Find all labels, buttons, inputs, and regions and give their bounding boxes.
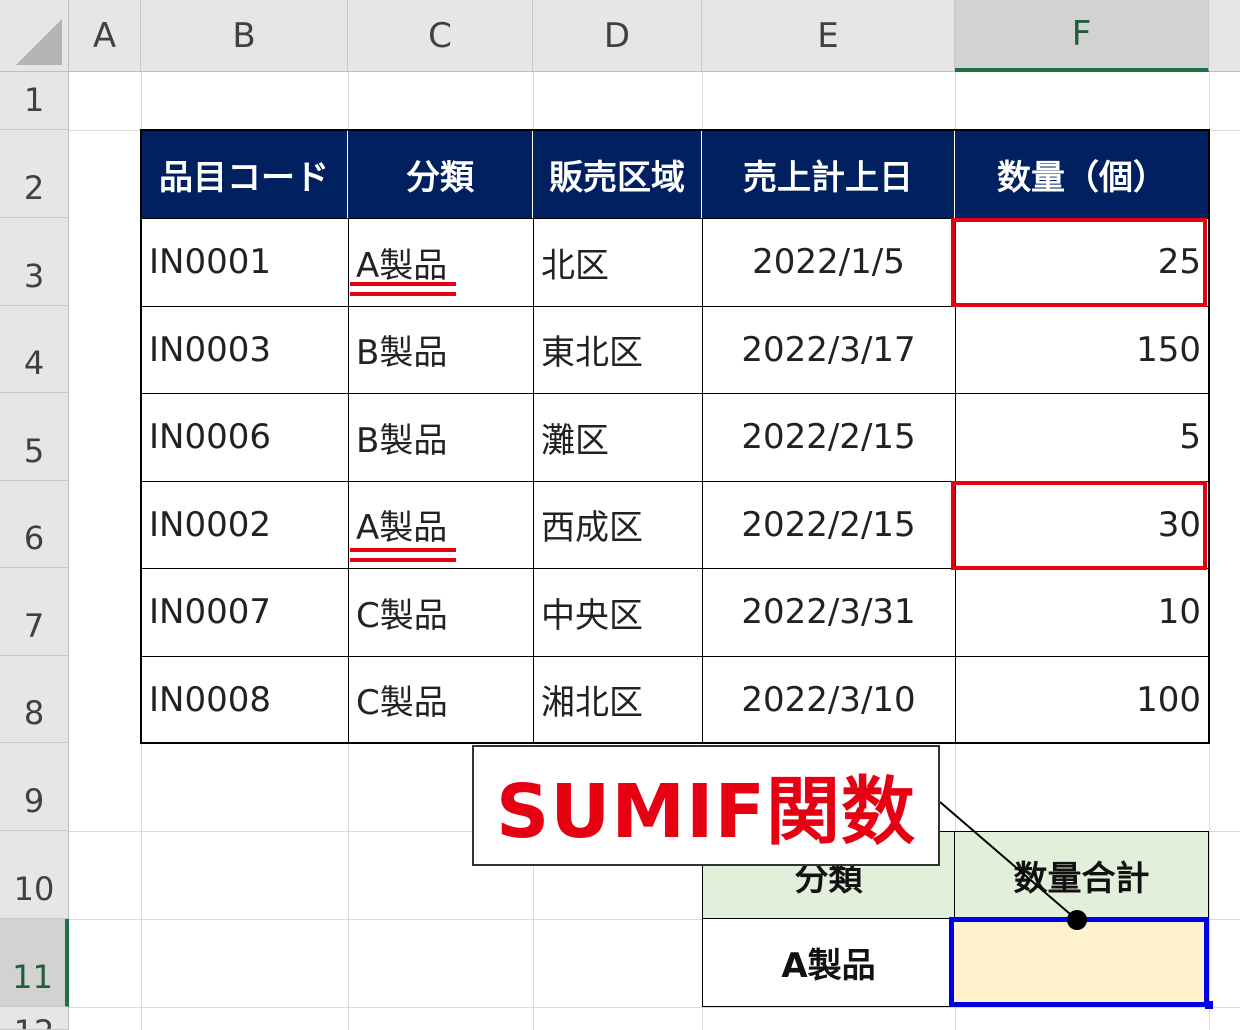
table-cell-area[interactable]: 北区 [533,218,702,306]
table-cell-code[interactable]: IN0007 [141,568,348,656]
table-row-divider [141,656,1209,657]
highlight-underline [350,292,456,296]
table-cell-code[interactable]: IN0003 [141,306,348,393]
table-cell-area[interactable]: 灘区 [533,393,702,481]
table-cell-quantity[interactable]: 150 [955,306,1209,393]
header-sales-date[interactable]: 売上計上日 [702,130,955,218]
row-header-6[interactable]: 6 [0,481,69,568]
highlight-underline [350,282,456,286]
table-col-divider [702,218,703,743]
table-cell-date[interactable]: 2022/3/31 [702,568,955,656]
table-cell-date[interactable]: 2022/1/5 [702,218,955,306]
header-item-code[interactable]: 品目コード [141,130,348,218]
table-cell-category[interactable]: A製品 [348,481,533,568]
row-header-12[interactable]: 12 [0,1007,69,1030]
table-col-divider [533,218,534,743]
table-cell-code[interactable]: IN0006 [141,393,348,481]
column-header-d[interactable]: D [533,0,702,72]
row-header-9[interactable]: 9 [0,743,69,831]
select-all-corner[interactable] [0,0,69,72]
row-header-1[interactable]: 1 [0,72,69,130]
table-cell-date[interactable]: 2022/3/17 [702,306,955,393]
gridline [1209,72,1210,1030]
column-header-e[interactable]: E [702,0,955,72]
row-header-8[interactable]: 8 [0,656,69,743]
table-cell-area[interactable]: 湘北区 [533,656,702,743]
table-cell-date[interactable]: 2022/3/10 [702,656,955,743]
row-header-11[interactable]: 11 [0,919,69,1007]
row-header-10[interactable]: 10 [0,831,69,919]
highlight-underline [350,548,456,552]
column-header-a[interactable]: A [69,0,141,72]
column-header-g[interactable] [1209,0,1240,72]
row-header-5[interactable]: 5 [0,393,69,481]
row-header-4[interactable]: 4 [0,306,69,393]
fill-handle[interactable] [1205,1001,1213,1009]
table-cell-category[interactable]: B製品 [348,393,533,481]
row-header-2[interactable]: 2 [0,130,69,218]
table-cell-date[interactable]: 2022/2/15 [702,393,955,481]
table-cell-area[interactable]: 西成区 [533,481,702,568]
table-cell-code[interactable]: IN0008 [141,656,348,743]
table-col-divider [348,218,349,743]
column-header-c[interactable]: C [348,0,533,72]
table-cell-quantity[interactable]: 100 [955,656,1209,743]
row-header-3[interactable]: 3 [0,218,69,306]
table-cell-code[interactable]: IN0002 [141,481,348,568]
gridline [69,1007,1240,1008]
table-cell-category[interactable]: C製品 [348,568,533,656]
table-cell-date[interactable]: 2022/2/15 [702,481,955,568]
header-quantity[interactable]: 数量（個） [955,130,1209,218]
callout-leader-line [939,801,1078,921]
summary-category-value[interactable]: A製品 [702,919,955,1007]
header-category[interactable]: 分類 [348,130,533,218]
callout-anchor-dot [1067,910,1087,930]
highlight-underline [350,558,456,562]
column-header-b[interactable]: B [141,0,348,72]
header-sales-area[interactable]: 販売区域 [533,130,702,218]
table-cell-area[interactable]: 東北区 [533,306,702,393]
column-header-f[interactable]: F [955,0,1209,72]
table-cell-quantity[interactable]: 5 [955,393,1209,481]
table-cell-category[interactable]: C製品 [348,656,533,743]
table-cell-code[interactable]: IN0001 [141,218,348,306]
table-cell-category[interactable]: B製品 [348,306,533,393]
select-all-triangle-icon [16,19,62,65]
table-row-divider [141,393,1209,394]
row-header-7[interactable]: 7 [0,568,69,656]
sumif-callout: SUMIF関数 [472,745,940,866]
table-cell-quantity[interactable]: 10 [955,568,1209,656]
highlight-box [951,218,1207,307]
highlight-box [951,481,1207,570]
table-cell-area[interactable]: 中央区 [533,568,702,656]
